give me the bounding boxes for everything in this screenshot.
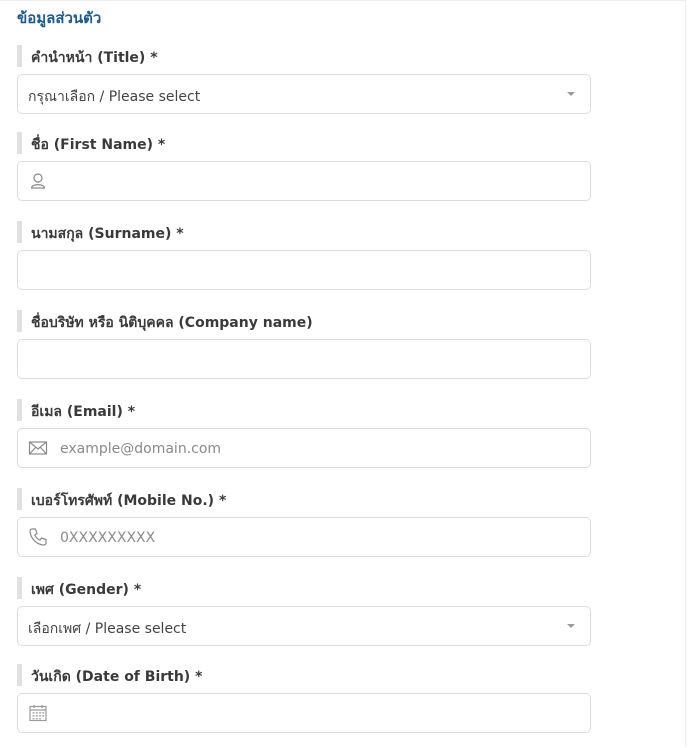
field-email: อีเมล (Email) * example@domain.com <box>17 399 591 468</box>
label-marker <box>17 577 22 599</box>
email-input[interactable]: example@domain.com <box>17 428 591 468</box>
mobile-input[interactable]: 0XXXXXXXXX <box>17 517 591 557</box>
field-surname: นามสกุล (Surname) * <box>17 221 591 290</box>
label-marker <box>17 221 22 243</box>
email-label: อีเมล (Email) * <box>31 404 136 420</box>
label-marker <box>17 132 22 154</box>
title-select-value: กรุณาเลือก / Please select <box>28 89 201 105</box>
field-company: ชื่อบริษัท หรือ นิติบุคคล (Company name) <box>17 310 591 379</box>
label-marker <box>17 45 22 67</box>
company-input[interactable] <box>17 339 591 379</box>
label-marker <box>17 488 22 510</box>
mobile-placeholder: 0XXXXXXXXX <box>60 530 156 546</box>
first-name-input[interactable] <box>17 161 591 201</box>
dob-label: วันเกิด (Date of Birth) * <box>31 669 203 685</box>
title-label: คำนำหน้า (Title) * <box>31 50 158 66</box>
surname-label: นามสกุล (Surname) * <box>31 226 184 242</box>
email-placeholder: example@domain.com <box>60 441 222 457</box>
envelope-icon <box>28 438 48 458</box>
user-icon <box>28 171 48 191</box>
company-label: ชื่อบริษัท หรือ นิติบุคคล (Company name) <box>31 315 313 331</box>
field-mobile: เบอร์โทรศัพท์ (Mobile No.) * 0XXXXXXXXX <box>17 488 591 557</box>
surname-input[interactable] <box>17 250 591 290</box>
field-dob: วันเกิด (Date of Birth) * <box>17 664 591 733</box>
gender-select-value: เลือกเพศ / Please select <box>28 621 187 637</box>
label-marker <box>17 399 22 421</box>
field-first-name: ชื่อ (First Name) * <box>17 132 591 201</box>
first-name-label: ชื่อ (First Name) * <box>31 137 166 153</box>
section-title: ข้อมูลส่วนตัว <box>17 9 102 27</box>
field-title: คำนำหน้า (Title) * กรุณาเลือก / Please s… <box>17 45 591 114</box>
title-select[interactable]: กรุณาเลือก / Please select <box>17 74 591 114</box>
label-marker <box>17 664 22 686</box>
mobile-label: เบอร์โทรศัพท์ (Mobile No.) * <box>31 493 227 509</box>
field-gender: เพศ (Gender) * เลือกเพศ / Please select <box>17 577 591 646</box>
calendar-icon <box>28 703 48 723</box>
gender-select[interactable]: เลือกเพศ / Please select <box>17 606 591 646</box>
chevron-down-icon <box>567 92 575 96</box>
chevron-down-icon <box>567 624 575 628</box>
label-marker <box>17 310 22 332</box>
gender-label: เพศ (Gender) * <box>31 582 142 598</box>
dob-input[interactable] <box>17 693 591 733</box>
phone-icon <box>28 527 48 547</box>
